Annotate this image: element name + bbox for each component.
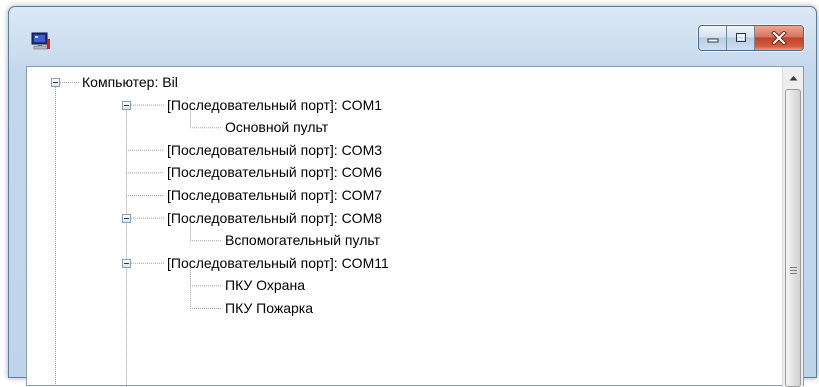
grip-line <box>790 273 797 274</box>
maximize-button[interactable] <box>727 26 755 50</box>
tree-node-label[interactable]: ПКУ Пожарка <box>225 298 313 318</box>
grip-line <box>790 270 797 271</box>
close-icon <box>771 31 787 45</box>
tree-node-label[interactable]: [Последовательный порт]: COM11 <box>167 253 389 273</box>
vertical-scrollbar[interactable] <box>782 67 803 387</box>
minimize-button[interactable] <box>699 26 727 50</box>
tree-node-label[interactable]: [Последовательный порт]: COM7 <box>167 185 382 205</box>
computer-app-icon <box>31 32 50 50</box>
close-button[interactable] <box>755 26 803 50</box>
arrow-up-icon <box>789 75 797 80</box>
collapse-toggle-icon[interactable] <box>51 78 60 87</box>
window-controls <box>698 25 804 51</box>
tree-node-label[interactable]: [Последовательный порт]: COM3 <box>167 140 382 160</box>
app-window: Компьютер: Bil [Последовательный порт]: C… <box>8 6 817 387</box>
device-tree-panel: Компьютер: Bil [Последовательный порт]: C… <box>26 66 804 387</box>
tree-node-label[interactable]: [Последовательный порт]: COM1 <box>167 95 382 115</box>
collapse-toggle-icon[interactable] <box>122 100 131 110</box>
tree-node-label[interactable]: Компьютер: Bil <box>82 72 178 92</box>
tree-node-label[interactable]: [Последовательный порт]: COM8 <box>167 208 382 228</box>
maximize-icon <box>735 33 746 42</box>
tree-node-label[interactable]: Основной пульт <box>225 117 328 137</box>
tree-node-label[interactable]: [Последовательный порт]: COM6 <box>167 162 382 182</box>
collapse-toggle-icon[interactable] <box>122 213 131 223</box>
grip-line <box>790 267 797 268</box>
tree-node-label[interactable]: Вспомогательный пульт <box>225 230 380 250</box>
title-bar[interactable] <box>9 7 816 59</box>
scroll-up-button[interactable] <box>785 69 801 86</box>
device-tree[interactable]: Компьютер: Bil [Последовательный порт]: C… <box>27 67 782 387</box>
scroll-thumb[interactable] <box>785 89 801 387</box>
tree-connector-lines <box>55 82 222 387</box>
collapse-toggle-icon[interactable] <box>122 258 131 268</box>
tree-node-label[interactable]: ПКУ Охрана <box>225 275 305 295</box>
minimize-icon <box>707 38 718 43</box>
